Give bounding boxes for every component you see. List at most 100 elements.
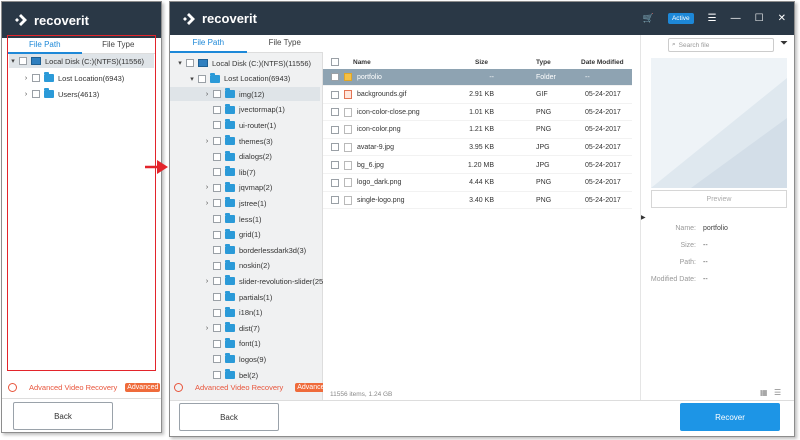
checkbox[interactable] (213, 168, 221, 177)
tree-item[interactable]: borderlessdark3d(3) (203, 243, 306, 257)
cart-icon[interactable]: 🛒 (643, 13, 654, 24)
chevron-right-icon[interactable]: › (203, 91, 211, 98)
tree-item[interactable]: › themes(3) (203, 134, 273, 148)
file-row[interactable]: icon-color.png 1.21 KB PNG 05-24-2017 (323, 122, 632, 139)
tree-item[interactable]: › dist(7) (203, 321, 260, 335)
checkbox[interactable] (213, 105, 221, 114)
checkbox[interactable] (32, 74, 40, 82)
checkbox[interactable] (213, 183, 221, 192)
chevron-down-icon[interactable]: ▾ (9, 57, 17, 65)
back-button[interactable]: Back (13, 402, 113, 430)
tree-item[interactable]: grid(1) (203, 228, 261, 242)
column-name[interactable]: Name (353, 55, 371, 69)
grid-view-icon[interactable]: ▦ (760, 388, 768, 397)
select-all-checkbox[interactable] (331, 58, 339, 66)
column-type[interactable]: Type (536, 55, 551, 69)
tree-item[interactable]: ▾ Lost Location(6943) (188, 72, 290, 86)
checkbox[interactable] (213, 293, 221, 301)
checkbox[interactable] (213, 261, 221, 270)
file-row[interactable]: avatar-9.jpg 3.95 KB JPG 05-24-2017 (323, 139, 632, 157)
checkbox[interactable] (213, 277, 221, 286)
tree-item[interactable]: partials(1) (203, 290, 272, 304)
back-button[interactable]: Back (179, 403, 279, 431)
checkbox[interactable] (213, 90, 221, 99)
advanced-video-recovery[interactable]: Advanced Video Recovery Advanced (174, 383, 331, 392)
tree-item[interactable]: i18n(1) (203, 306, 262, 320)
menu-icon[interactable]: ☰ (708, 13, 717, 24)
tree-item[interactable]: logos(9) (203, 352, 266, 366)
checkbox[interactable] (213, 152, 221, 161)
tree-item[interactable]: dialogs(2) (203, 150, 272, 164)
checkbox[interactable] (331, 73, 339, 81)
file-row[interactable]: logo_dark.png 4.44 KB PNG 05-24-2017 (323, 175, 632, 192)
chevron-right-icon[interactable]: › (203, 184, 211, 191)
tree-item-lost-location[interactable]: › Lost Location(6943) (22, 71, 124, 85)
checkbox[interactable] (186, 59, 194, 67)
chevron-right-icon[interactable]: › (203, 200, 211, 207)
checkbox[interactable] (198, 74, 206, 83)
active-badge[interactable]: Active (667, 13, 694, 24)
checkbox[interactable] (331, 90, 339, 99)
tree-item[interactable]: jvectormap(1) (203, 103, 285, 117)
tree-item[interactable]: › slider-revolution-slider(25 (203, 274, 323, 288)
tree-item[interactable]: ▾ Local Disk (C:)(NTFS)(11556) (176, 56, 311, 70)
recover-button[interactable]: Recover (680, 403, 780, 431)
file-row[interactable]: portfolio -- Folder -- (323, 69, 632, 86)
chevron-right-icon[interactable]: › (203, 325, 211, 332)
preview-button[interactable]: Preview (651, 190, 787, 208)
search-input[interactable]: ⌕ Search file (668, 38, 774, 52)
chevron-down-icon[interactable]: ▾ (188, 75, 196, 83)
checkbox[interactable] (213, 246, 221, 255)
checkbox[interactable] (32, 90, 40, 98)
checkbox[interactable] (331, 143, 339, 152)
tree-item[interactable]: noskin(2) (203, 259, 270, 273)
checkbox[interactable] (213, 355, 221, 364)
advanced-video-recovery[interactable]: Advanced Video Recovery Advanced (8, 383, 161, 392)
tree-item[interactable]: › img(12) (170, 87, 320, 102)
checkbox[interactable] (331, 108, 339, 117)
tab-file-path[interactable]: File Path (170, 35, 247, 53)
checkbox[interactable] (19, 57, 27, 65)
tree-item[interactable]: bel(2) (203, 368, 258, 382)
collapse-arrow-icon[interactable]: ▶ (641, 214, 646, 221)
file-row[interactable]: backgrounds.gif 2.91 KB GIF 05-24-2017 (323, 87, 632, 104)
tree-item[interactable]: less(1) (203, 212, 262, 226)
column-size[interactable]: Size (475, 55, 488, 69)
checkbox[interactable] (213, 371, 221, 379)
checkbox[interactable] (331, 125, 339, 134)
chevron-right-icon[interactable]: › (22, 91, 30, 98)
file-row[interactable]: icon-color-close.png 1.01 KB PNG 05-24-2017 (323, 104, 632, 122)
checkbox[interactable] (331, 161, 339, 169)
checkbox[interactable] (213, 308, 221, 317)
filter-icon[interactable]: ⏷ (780, 38, 788, 49)
checkbox[interactable] (213, 230, 221, 239)
file-date: 05-24-2017 (585, 126, 621, 134)
tree-item[interactable]: font(1) (203, 337, 261, 351)
checkbox[interactable] (213, 215, 221, 223)
close-icon[interactable]: ✕ (778, 13, 786, 24)
list-view-icon[interactable]: ☰ (774, 388, 781, 397)
checkbox[interactable] (213, 324, 221, 333)
checkbox[interactable] (213, 339, 221, 348)
tree-item-users[interactable]: › Users(4613) (22, 87, 99, 101)
tree-item[interactable]: › jqvmap(2) (203, 181, 272, 195)
tab-file-type[interactable]: File Type (246, 35, 323, 53)
tree-item[interactable]: lib(7) (203, 165, 256, 179)
tree-item-local-disk[interactable]: ▾ Local Disk (C:)(NTFS)(11556) (9, 54, 154, 68)
chevron-down-icon[interactable]: ▾ (176, 59, 184, 67)
checkbox[interactable] (213, 137, 221, 145)
checkbox[interactable] (213, 199, 221, 208)
chevron-right-icon[interactable]: › (203, 138, 211, 145)
checkbox[interactable] (331, 178, 339, 187)
minimize-icon[interactable]: — (731, 13, 741, 24)
chevron-right-icon[interactable]: › (22, 75, 30, 82)
checkbox[interactable] (213, 121, 221, 130)
chevron-right-icon[interactable]: › (203, 278, 211, 285)
tree-item[interactable]: › jstree(1) (203, 196, 267, 210)
tree-item[interactable]: ui-router(1) (203, 118, 276, 132)
checkbox[interactable] (331, 196, 339, 205)
column-date[interactable]: Date Modified (581, 55, 624, 69)
file-row[interactable]: single-logo.png 3.40 KB PNG 05-24-2017 (323, 192, 632, 210)
file-row[interactable]: bg_6.jpg 1.20 MB JPG 05-24-2017 (323, 157, 632, 174)
maximize-icon[interactable]: ☐ (755, 13, 764, 24)
